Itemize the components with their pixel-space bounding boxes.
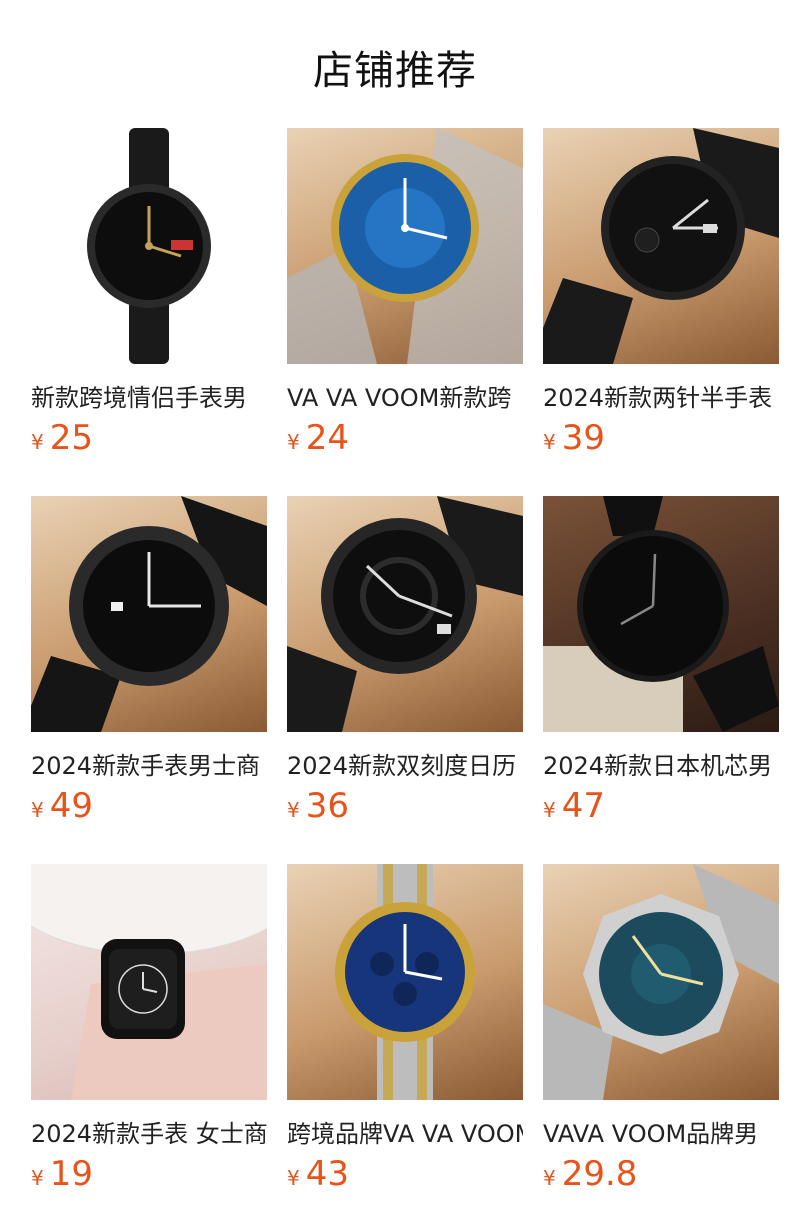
product-name[interactable]: 跨境品牌VA VA VOOM [287,1114,523,1146]
product-price: ¥25 [31,418,93,458]
product-card[interactable]: 新款跨境情侣手表男 ¥25 [31,128,267,468]
product-name[interactable]: 2024新款日本机芯男 [543,746,779,778]
product-image[interactable] [287,496,523,732]
price-value: 36 [305,786,349,826]
page-title: 店铺推荐 [313,48,477,94]
product-card[interactable]: 2024新款日本机芯男 ¥47 [543,496,779,836]
product-card[interactable]: 跨境品牌VA VA VOOM ¥43 [287,864,523,1204]
product-image[interactable] [31,864,267,1100]
product-image[interactable] [31,496,267,732]
currency-symbol: ¥ [287,430,300,454]
product-price: ¥24 [287,418,349,458]
product-card[interactable]: 2024新款手表 女士商 ¥19 [31,864,267,1204]
price-value: 47 [561,786,605,826]
price-value: 25 [49,418,93,458]
product-name[interactable]: 2024新款手表 女士商 [31,1114,267,1146]
product-image[interactable] [543,128,779,364]
product-image[interactable] [287,864,523,1100]
product-image[interactable] [543,864,779,1100]
product-name[interactable]: VA VA VOOM新款跨 [287,378,523,410]
product-image[interactable] [287,128,523,364]
currency-symbol: ¥ [287,798,300,822]
currency-symbol: ¥ [543,1166,556,1190]
price-value: 49 [49,786,93,826]
product-price: ¥29.8 [543,1154,637,1194]
price-value: 43 [305,1154,349,1194]
price-value: 19 [49,1154,93,1194]
product-price: ¥36 [287,786,349,826]
price-value: 39 [561,418,605,458]
product-image[interactable] [543,496,779,732]
product-price: ¥47 [543,786,605,826]
product-image[interactable] [31,128,267,364]
currency-symbol: ¥ [287,1166,300,1190]
product-name[interactable]: 新款跨境情侣手表男 [31,378,267,410]
product-card[interactable]: 2024新款两针半手表 ¥39 [543,128,779,468]
currency-symbol: ¥ [543,798,556,822]
currency-symbol: ¥ [543,430,556,454]
currency-symbol: ¥ [31,798,44,822]
product-name[interactable]: 2024新款双刻度日历 [287,746,523,778]
price-value: 24 [305,418,349,458]
product-price: ¥19 [31,1154,93,1194]
currency-symbol: ¥ [31,1166,44,1190]
product-card[interactable]: 2024新款双刻度日历 ¥36 [287,496,523,836]
currency-symbol: ¥ [31,430,44,454]
product-name[interactable]: 2024新款两针半手表 [543,378,779,410]
product-price: ¥39 [543,418,605,458]
product-card[interactable]: VA VA VOOM新款跨 ¥24 [287,128,523,468]
product-card[interactable]: VAVA VOOM品牌男 ¥29.8 [543,864,779,1204]
price-value: 29.8 [561,1154,638,1194]
product-name[interactable]: 2024新款手表男士商 [31,746,267,778]
product-card[interactable]: 2024新款手表男士商 ¥49 [31,496,267,836]
product-price: ¥43 [287,1154,349,1194]
product-price: ¥49 [31,786,93,826]
product-name[interactable]: VAVA VOOM品牌男 [543,1114,779,1146]
